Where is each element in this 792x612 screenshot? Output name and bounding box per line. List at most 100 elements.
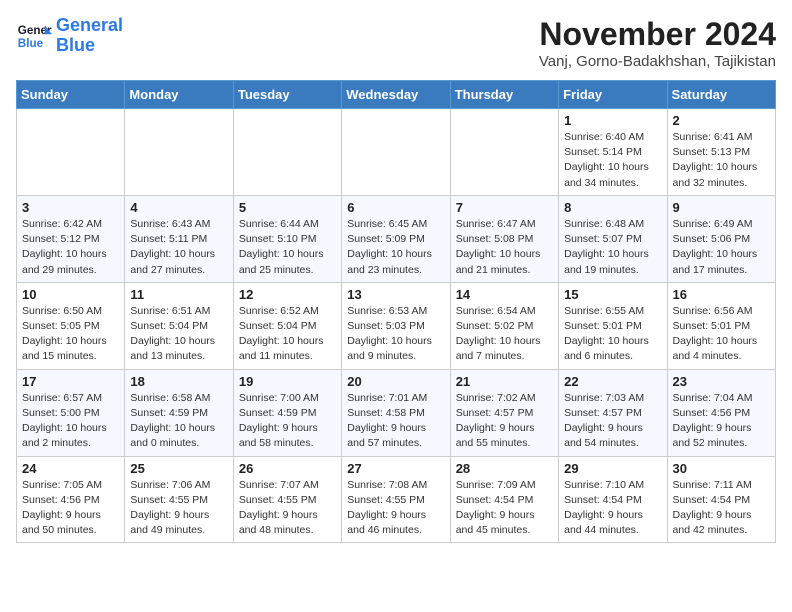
day-info: Sunrise: 6:42 AM Sunset: 5:12 PM Dayligh… <box>22 217 119 278</box>
calendar: SundayMondayTuesdayWednesdayThursdayFrid… <box>16 80 776 543</box>
day-number: 30 <box>673 461 770 476</box>
day-number: 8 <box>564 200 661 215</box>
day-number: 29 <box>564 461 661 476</box>
calendar-week-4: 17Sunrise: 6:57 AM Sunset: 5:00 PM Dayli… <box>17 369 776 456</box>
day-info: Sunrise: 7:07 AM Sunset: 4:55 PM Dayligh… <box>239 478 336 539</box>
day-info: Sunrise: 7:03 AM Sunset: 4:57 PM Dayligh… <box>564 391 661 452</box>
day-info: Sunrise: 7:11 AM Sunset: 4:54 PM Dayligh… <box>673 478 770 539</box>
day-info: Sunrise: 7:00 AM Sunset: 4:59 PM Dayligh… <box>239 391 336 452</box>
day-info: Sunrise: 6:43 AM Sunset: 5:11 PM Dayligh… <box>130 217 227 278</box>
logo-text: General Blue <box>56 16 123 56</box>
day-info: Sunrise: 6:58 AM Sunset: 4:59 PM Dayligh… <box>130 391 227 452</box>
calendar-cell: 18 Sunrise: 6:58 AM Sunset: 4:59 PM Dayli… <box>125 369 233 456</box>
calendar-cell <box>450 109 558 196</box>
calendar-header-sunday: Sunday <box>17 81 125 109</box>
page-header: General Blue General Blue November 2024 … <box>16 16 776 70</box>
calendar-header-wednesday: Wednesday <box>342 81 450 109</box>
calendar-cell: 7Sunrise: 6:47 AM Sunset: 5:08 PM Daylig… <box>450 195 558 282</box>
day-info: Sunrise: 6:40 AM Sunset: 5:14 PM Dayligh… <box>564 130 661 191</box>
day-number: 7 <box>456 200 553 215</box>
calendar-header-saturday: Saturday <box>667 81 775 109</box>
calendar-cell: 1 Sunrise: 6:40 AM Sunset: 5:14 PM Daylig… <box>559 109 667 196</box>
day-number: 22 <box>564 374 661 389</box>
calendar-cell: 24 Sunrise: 7:05 AM Sunset: 4:56 PM Dayli… <box>17 456 125 543</box>
day-info: Sunrise: 6:51 AM Sunset: 5:04 PM Dayligh… <box>130 304 227 365</box>
day-info: Sunrise: 7:01 AM Sunset: 4:58 PM Dayligh… <box>347 391 444 452</box>
title-block: November 2024 Vanj, Gorno-Badakhshan, Ta… <box>539 16 776 70</box>
calendar-cell <box>342 109 450 196</box>
day-info: Sunrise: 7:05 AM Sunset: 4:56 PM Dayligh… <box>22 478 119 539</box>
day-number: 4 <box>130 200 227 215</box>
calendar-cell: 15Sunrise: 6:55 AM Sunset: 5:01 PM Dayli… <box>559 282 667 369</box>
day-number: 2 <box>673 113 770 128</box>
day-info: Sunrise: 6:49 AM Sunset: 5:06 PM Dayligh… <box>673 217 770 278</box>
calendar-cell: 28 Sunrise: 7:09 AM Sunset: 4:54 PM Dayli… <box>450 456 558 543</box>
day-number: 5 <box>239 200 336 215</box>
calendar-cell: 14 Sunrise: 6:54 AM Sunset: 5:02 PM Dayli… <box>450 282 558 369</box>
calendar-cell: 21Sunrise: 7:02 AM Sunset: 4:57 PM Dayli… <box>450 369 558 456</box>
day-number: 12 <box>239 287 336 302</box>
calendar-cell: 25 Sunrise: 7:06 AM Sunset: 4:55 PM Dayli… <box>125 456 233 543</box>
logo: General Blue General Blue <box>16 16 123 56</box>
calendar-cell: 8 Sunrise: 6:48 AM Sunset: 5:07 PM Daylig… <box>559 195 667 282</box>
calendar-cell <box>233 109 341 196</box>
logo-icon: General Blue <box>16 18 52 54</box>
day-number: 6 <box>347 200 444 215</box>
day-number: 19 <box>239 374 336 389</box>
day-number: 1 <box>564 113 661 128</box>
calendar-cell: 6Sunrise: 6:45 AM Sunset: 5:09 PM Daylig… <box>342 195 450 282</box>
calendar-cell: 4 Sunrise: 6:43 AM Sunset: 5:11 PM Daylig… <box>125 195 233 282</box>
day-number: 25 <box>130 461 227 476</box>
calendar-cell: 3 Sunrise: 6:42 AM Sunset: 5:12 PM Daylig… <box>17 195 125 282</box>
calendar-cell: 10Sunrise: 6:50 AM Sunset: 5:05 PM Dayli… <box>17 282 125 369</box>
day-number: 16 <box>673 287 770 302</box>
day-number: 13 <box>347 287 444 302</box>
day-number: 26 <box>239 461 336 476</box>
day-info: Sunrise: 7:06 AM Sunset: 4:55 PM Dayligh… <box>130 478 227 539</box>
day-number: 14 <box>456 287 553 302</box>
calendar-cell: 23 Sunrise: 7:04 AM Sunset: 4:56 PM Dayli… <box>667 369 775 456</box>
day-number: 23 <box>673 374 770 389</box>
calendar-week-2: 3 Sunrise: 6:42 AM Sunset: 5:12 PM Daylig… <box>17 195 776 282</box>
calendar-header-monday: Monday <box>125 81 233 109</box>
day-info: Sunrise: 6:44 AM Sunset: 5:10 PM Dayligh… <box>239 217 336 278</box>
day-info: Sunrise: 6:50 AM Sunset: 5:05 PM Dayligh… <box>22 304 119 365</box>
day-number: 24 <box>22 461 119 476</box>
month-title: November 2024 <box>539 16 776 53</box>
calendar-cell: 19 Sunrise: 7:00 AM Sunset: 4:59 PM Dayli… <box>233 369 341 456</box>
day-number: 18 <box>130 374 227 389</box>
calendar-header-friday: Friday <box>559 81 667 109</box>
calendar-cell: 29Sunrise: 7:10 AM Sunset: 4:54 PM Dayli… <box>559 456 667 543</box>
day-info: Sunrise: 6:48 AM Sunset: 5:07 PM Dayligh… <box>564 217 661 278</box>
day-number: 27 <box>347 461 444 476</box>
day-info: Sunrise: 7:09 AM Sunset: 4:54 PM Dayligh… <box>456 478 553 539</box>
calendar-cell: 9 Sunrise: 6:49 AM Sunset: 5:06 PM Daylig… <box>667 195 775 282</box>
location: Vanj, Gorno-Badakhshan, Tajikistan <box>539 53 776 70</box>
day-number: 17 <box>22 374 119 389</box>
day-info: Sunrise: 6:52 AM Sunset: 5:04 PM Dayligh… <box>239 304 336 365</box>
day-number: 11 <box>130 287 227 302</box>
calendar-cell: 17Sunrise: 6:57 AM Sunset: 5:00 PM Dayli… <box>17 369 125 456</box>
day-number: 9 <box>673 200 770 215</box>
calendar-cell: 16Sunrise: 6:56 AM Sunset: 5:01 PM Dayli… <box>667 282 775 369</box>
calendar-week-1: 1 Sunrise: 6:40 AM Sunset: 5:14 PM Daylig… <box>17 109 776 196</box>
calendar-week-5: 24 Sunrise: 7:05 AM Sunset: 4:56 PM Dayli… <box>17 456 776 543</box>
day-info: Sunrise: 6:53 AM Sunset: 5:03 PM Dayligh… <box>347 304 444 365</box>
day-number: 21 <box>456 374 553 389</box>
calendar-header-thursday: Thursday <box>450 81 558 109</box>
calendar-cell: 27 Sunrise: 7:08 AM Sunset: 4:55 PM Dayli… <box>342 456 450 543</box>
calendar-cell: 30 Sunrise: 7:11 AM Sunset: 4:54 PM Dayli… <box>667 456 775 543</box>
day-info: Sunrise: 6:41 AM Sunset: 5:13 PM Dayligh… <box>673 130 770 191</box>
day-number: 3 <box>22 200 119 215</box>
day-info: Sunrise: 6:54 AM Sunset: 5:02 PM Dayligh… <box>456 304 553 365</box>
day-number: 28 <box>456 461 553 476</box>
calendar-cell: 5 Sunrise: 6:44 AM Sunset: 5:10 PM Daylig… <box>233 195 341 282</box>
calendar-header-tuesday: Tuesday <box>233 81 341 109</box>
day-info: Sunrise: 7:08 AM Sunset: 4:55 PM Dayligh… <box>347 478 444 539</box>
day-number: 20 <box>347 374 444 389</box>
svg-text:Blue: Blue <box>18 37 44 50</box>
calendar-cell: 26 Sunrise: 7:07 AM Sunset: 4:55 PM Dayli… <box>233 456 341 543</box>
day-info: Sunrise: 6:55 AM Sunset: 5:01 PM Dayligh… <box>564 304 661 365</box>
calendar-cell: 22 Sunrise: 7:03 AM Sunset: 4:57 PM Dayli… <box>559 369 667 456</box>
day-info: Sunrise: 7:04 AM Sunset: 4:56 PM Dayligh… <box>673 391 770 452</box>
